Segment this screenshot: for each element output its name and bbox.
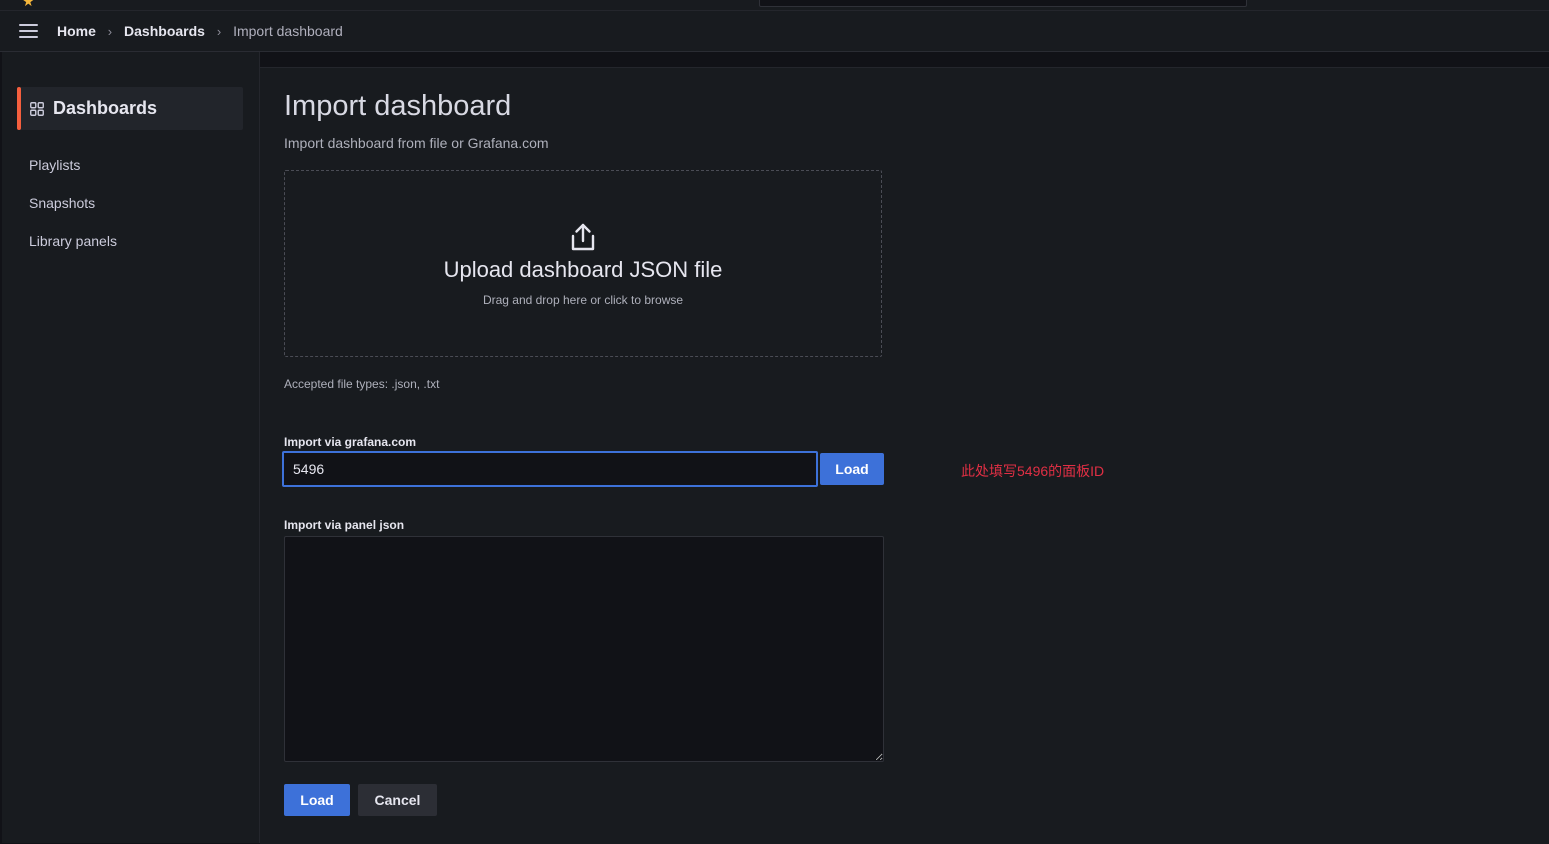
grafana-com-label: Import via grafana.com bbox=[284, 435, 417, 449]
top-nav-bar: Home › Dashboards › Import dashboard bbox=[0, 11, 1549, 52]
grafana-com-id-input[interactable] bbox=[282, 451, 818, 487]
load-button[interactable]: Load bbox=[284, 784, 350, 816]
sidebar-item-library-panels[interactable]: Library panels bbox=[29, 233, 117, 249]
breadcrumb-current: Import dashboard bbox=[233, 23, 343, 39]
top-search-box[interactable] bbox=[759, 0, 1247, 7]
breadcrumb-separator-icon: › bbox=[107, 24, 113, 39]
breadcrumb: Home › Dashboards › Import dashboard bbox=[57, 22, 343, 41]
breadcrumb-home[interactable]: Home bbox=[57, 23, 96, 39]
sidebar-item-playlists[interactable]: Playlists bbox=[29, 157, 80, 173]
breadcrumb-dashboards[interactable]: Dashboards bbox=[124, 23, 205, 39]
top-strip: ★ bbox=[0, 0, 1549, 11]
main-content: Import dashboard Import dashboard from f… bbox=[260, 67, 1549, 844]
upload-title: Upload dashboard JSON file bbox=[443, 257, 723, 282]
accepted-file-types: Accepted file types: .json, .txt bbox=[284, 377, 440, 391]
panel-json-textarea[interactable] bbox=[284, 536, 884, 762]
file-upload-dropzone[interactable]: Upload dashboard JSON file Drag and drop… bbox=[284, 170, 882, 357]
apps-grid-icon bbox=[30, 102, 44, 116]
sidebar-item-dashboards[interactable]: Dashboards bbox=[17, 87, 243, 130]
panel-json-label: Import via panel json bbox=[284, 518, 405, 532]
section-sidebar: Dashboards Playlists Snapshots Library p… bbox=[2, 52, 260, 843]
sidebar-item-label: Dashboards bbox=[53, 98, 158, 118]
page-subtitle: Import dashboard from file or Grafana.co… bbox=[284, 135, 549, 151]
breadcrumb-separator-icon: › bbox=[216, 24, 222, 39]
menu-icon[interactable] bbox=[19, 24, 39, 38]
annotation-note: 此处填写5496的面板ID bbox=[961, 463, 1105, 479]
star-icon[interactable]: ★ bbox=[22, 0, 35, 8]
page-title: Import dashboard bbox=[284, 90, 512, 122]
grafana-com-load-button[interactable]: Load bbox=[820, 453, 884, 485]
sidebar-item-snapshots[interactable]: Snapshots bbox=[29, 195, 95, 211]
active-indicator bbox=[17, 87, 21, 130]
upload-hint: Drag and drop here or click to browse bbox=[482, 293, 684, 307]
cancel-button[interactable]: Cancel bbox=[358, 784, 437, 816]
upload-icon bbox=[571, 223, 595, 251]
